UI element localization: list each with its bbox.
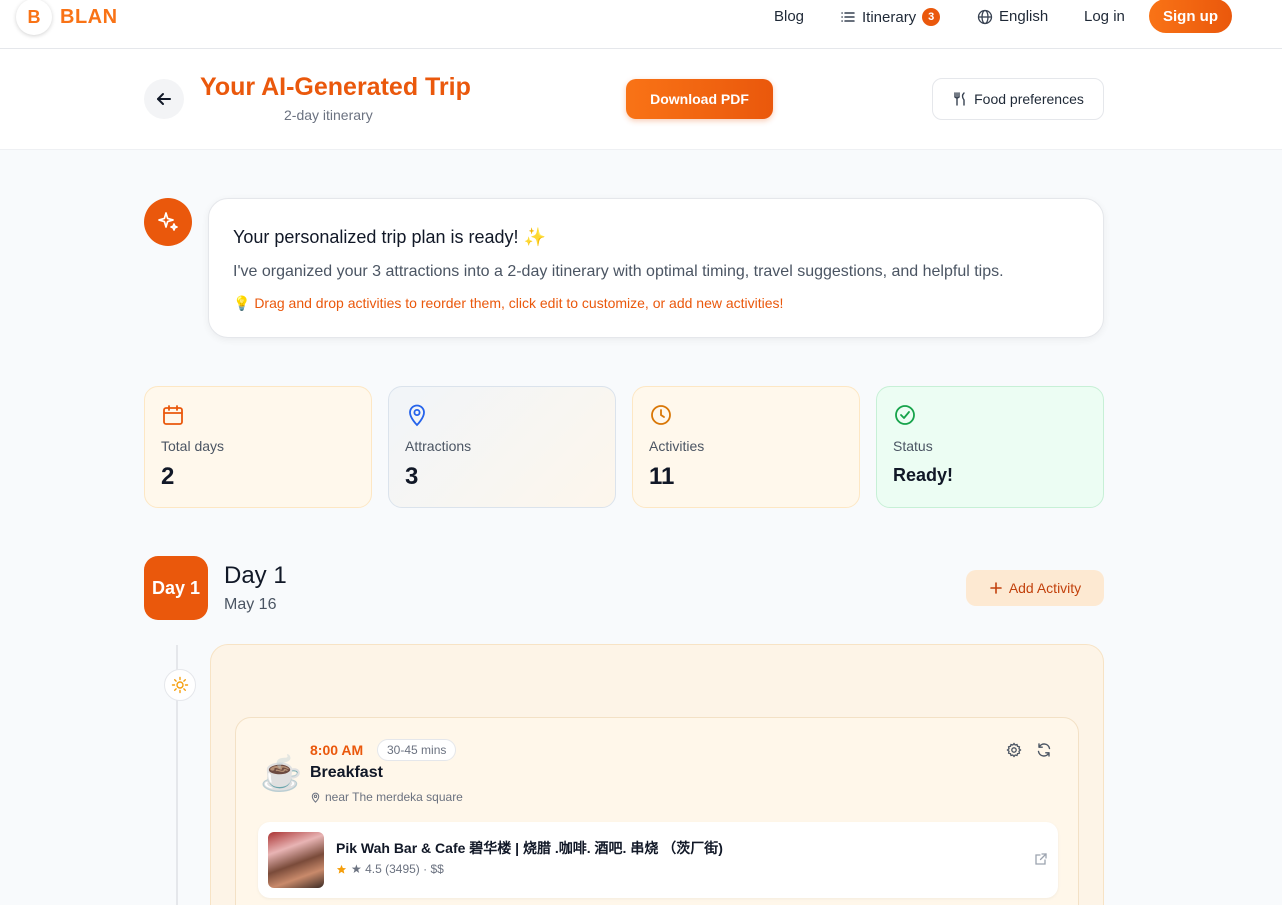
trip-header: Your AI-Generated Trip 2-day itinerary D… xyxy=(0,49,1282,150)
stat-label: Attractions xyxy=(405,438,472,454)
sun-icon xyxy=(171,676,189,694)
clock-icon xyxy=(649,403,673,427)
settings-gear-icon[interactable] xyxy=(1006,742,1022,758)
map-pin-icon xyxy=(310,792,321,803)
stat-card-total-days: Total days 2 xyxy=(144,386,372,508)
list-icon xyxy=(840,9,856,25)
refresh-icon[interactable] xyxy=(1036,742,1052,758)
language-selector[interactable]: English xyxy=(977,8,1048,25)
nav-itinerary-label: Itinerary xyxy=(862,8,917,26)
plus-icon xyxy=(989,581,1003,595)
arrow-left-icon xyxy=(155,90,173,108)
logo[interactable]: B BLAN xyxy=(16,0,118,35)
logo-badge: B xyxy=(16,0,52,35)
activity-time: 8:00 AM xyxy=(310,742,364,758)
logo-text: BLAN xyxy=(60,5,118,28)
place-card[interactable]: Pik Wah Bar & Cafe 碧华楼 | 烧腊 .咖啡. 酒吧. 串烧 … xyxy=(258,822,1058,898)
stat-value: 2 xyxy=(161,463,175,490)
day-title: Day 1 xyxy=(224,562,287,589)
day-badge: Day 1 xyxy=(144,556,208,620)
page-subtitle: 2-day itinerary xyxy=(284,107,373,123)
day-date: May 16 xyxy=(224,596,277,613)
download-pdf-button[interactable]: Download PDF xyxy=(626,79,773,119)
stat-card-status: Status Ready! xyxy=(876,386,1104,508)
itinerary-count-badge: 3 xyxy=(922,8,941,26)
language-label: English xyxy=(999,8,1049,25)
activity-location-text: near The merdeka square xyxy=(325,790,463,804)
nav-itinerary-link[interactable]: Itinerary 3 xyxy=(840,8,941,26)
back-button[interactable] xyxy=(144,79,184,119)
stat-card-activities: Activities 11 xyxy=(632,386,860,508)
stat-label: Total days xyxy=(161,438,225,454)
ai-message-body: I've organized your 3 attractions into a… xyxy=(233,263,1004,280)
timeline-marker xyxy=(164,669,196,701)
activity-card[interactable]: ☕ 8:00 AM 30-45 mins Breakfast near The … xyxy=(235,717,1079,905)
calendar-icon xyxy=(161,403,185,427)
place-name: Pik Wah Bar & Cafe 碧华楼 | 烧腊 .咖啡. 酒吧. 串烧 … xyxy=(336,840,723,856)
map-pin-icon xyxy=(405,403,429,427)
stat-value: 11 xyxy=(649,463,675,490)
ai-message-card: Your personalized trip plan is ready! ✨ … xyxy=(208,198,1104,338)
external-link-icon[interactable] xyxy=(1034,852,1048,866)
top-navbar: B BLAN Blog Itinerary 3 English Log in S… xyxy=(0,0,1282,49)
place-rating-text: ★ 4.5 (3495) · $$ xyxy=(351,862,444,876)
stat-label: Activities xyxy=(649,438,705,454)
ai-message-tip: 💡 Drag and drop activities to reorder th… xyxy=(233,295,784,311)
add-activity-label: Add Activity xyxy=(1008,580,1082,596)
activity-name: Breakfast xyxy=(310,764,383,781)
signup-button[interactable]: Sign up xyxy=(1149,0,1232,33)
activity-duration-badge: 30-45 mins xyxy=(377,739,457,761)
globe-icon xyxy=(977,9,993,25)
stat-value: 3 xyxy=(405,463,419,490)
ai-avatar xyxy=(144,198,192,246)
ai-message-title: Your personalized trip plan is ready! ✨ xyxy=(233,227,546,247)
nav-blog-link[interactable]: Blog xyxy=(774,8,804,25)
utensils-icon xyxy=(952,91,968,107)
place-rating: ★ 4.5 (3495) · $$ xyxy=(336,862,444,876)
stat-label: Status xyxy=(893,438,933,454)
food-preferences-button[interactable]: Food preferences xyxy=(932,78,1104,120)
stat-value: Ready! xyxy=(893,465,954,485)
coffee-icon: ☕ xyxy=(260,755,303,793)
page-title: Your AI-Generated Trip xyxy=(200,73,471,101)
check-circle-icon xyxy=(893,403,917,427)
food-preferences-label: Food preferences xyxy=(974,91,1084,107)
activity-location: near The merdeka square xyxy=(310,790,463,804)
star-icon xyxy=(336,864,347,875)
stat-card-attractions: Attractions 3 xyxy=(388,386,616,508)
place-thumbnail xyxy=(268,832,324,888)
login-link[interactable]: Log in xyxy=(1084,8,1125,25)
sparkles-icon xyxy=(156,210,180,234)
add-activity-button[interactable]: Add Activity xyxy=(966,570,1104,606)
